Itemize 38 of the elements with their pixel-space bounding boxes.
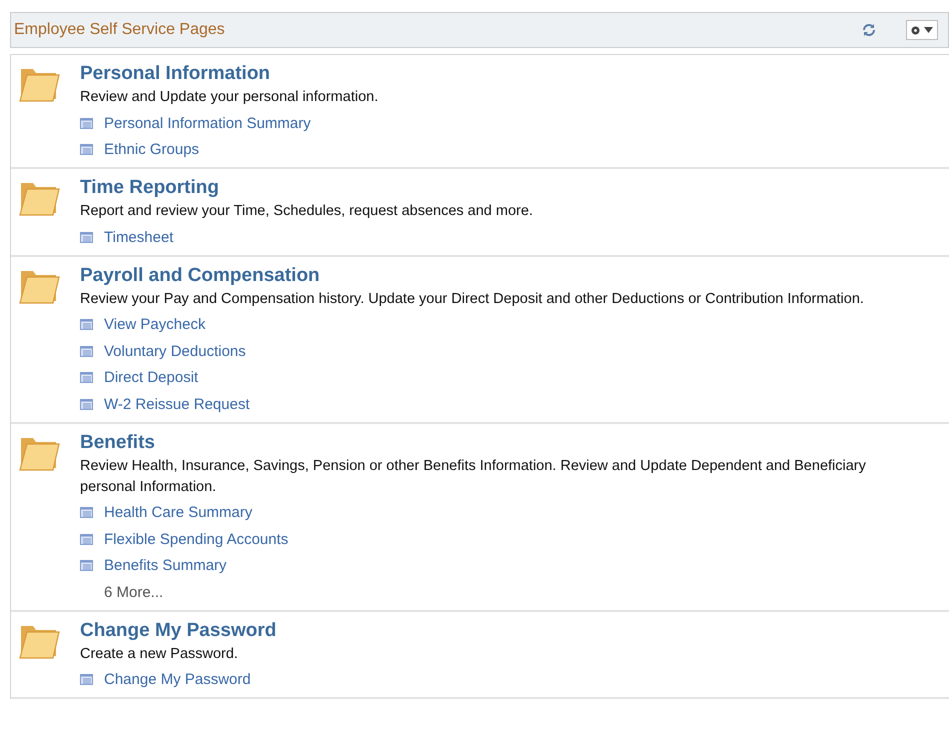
- section-description: Report and review your Time, Schedules, request absences and more.: [80, 202, 534, 221]
- settings-menu-button[interactable]: [906, 20, 938, 40]
- page-icon: [80, 560, 93, 572]
- page-icon: [80, 118, 93, 129]
- page-icon: [80, 674, 93, 686]
- page-icon: [80, 398, 93, 410]
- section-title-link[interactable]: Payroll and Compensation: [80, 264, 910, 286]
- section-description: Review your Pay and Compensation history. Update your Direct Deposit and other Deductions or Contribution Information.: [80, 290, 865, 308]
- page-icon: [80, 232, 93, 243]
- page-link[interactable]: Flexible Spending Accounts: [104, 530, 288, 548]
- section-title-link[interactable]: Benefits: [80, 432, 910, 454]
- page-link[interactable]: View Paycheck: [104, 316, 206, 334]
- pagelet-title: Employee Self Service Pages: [14, 21, 226, 39]
- section-description: Review and Update your personal information.: [80, 88, 380, 107]
- page-link[interactable]: Ethnic Groups: [104, 141, 200, 158]
- page-icon: [80, 346, 93, 357]
- page-link[interactable]: Benefits Summary: [104, 557, 227, 574]
- caret-icon: [924, 27, 933, 33]
- page-link[interactable]: W-2 Reissue Request: [104, 396, 250, 413]
- page-icon: [80, 534, 93, 545]
- page-link[interactable]: Change My Password: [104, 671, 251, 688]
- page-link[interactable]: Voluntary Deductions: [104, 342, 246, 360]
- page-link[interactable]: Health Care Summary: [104, 504, 252, 522]
- section-title-link[interactable]: Change My Password: [80, 620, 910, 642]
- page-icon: [80, 372, 93, 384]
- section-description: Create a new Password.: [80, 644, 239, 664]
- section-description: Review Health, Insurance, Savings, Pension or other Benefits Information. Review and Update Dependent and Beneficiary personal Information.: [80, 456, 867, 496]
- page-icon: [80, 319, 93, 330]
- refresh-icon[interactable]: [862, 23, 876, 37]
- page-icon: [80, 507, 93, 518]
- more-link[interactable]: 6 More...: [104, 584, 164, 601]
- section-title-link[interactable]: Personal Information: [80, 63, 910, 85]
- page-link[interactable]: Timesheet: [104, 228, 174, 246]
- page-link[interactable]: Personal Information Summary: [104, 114, 311, 132]
- section-title-link[interactable]: Time Reporting: [80, 177, 910, 199]
- gear-icon: [911, 26, 920, 34]
- page-link[interactable]: Direct Deposit: [104, 369, 198, 386]
- page-icon: [80, 144, 93, 156]
